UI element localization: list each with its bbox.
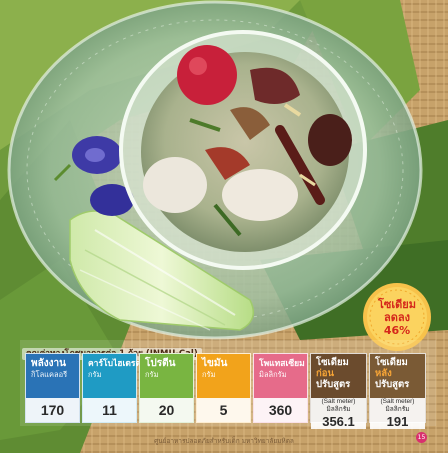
card-fat-name: ไขมัน <box>202 358 228 369</box>
card-carbohydrate-value: 11 <box>83 398 136 422</box>
card-sodium-before-unit: มิลลิกรัม <box>326 406 351 413</box>
card-energy-name: พลังงาน <box>31 358 66 369</box>
card-sodium-after-name-a: โซเดียม <box>375 357 408 368</box>
card-sodium-before-accent: ก่อน <box>316 368 334 379</box>
card-potassium-value: 360 <box>254 398 307 422</box>
card-sodium-after-accent: หลัง <box>375 368 392 379</box>
footer-credit: ศูนย์อาหารปลอดภัยสำหรับเด็ก มหาวิทยาลัยม… <box>154 437 294 445</box>
card-carbohydrate: คาร์โบไฮเดรต กรัม 11 <box>82 353 141 423</box>
card-protein-name: โปรตีน <box>145 358 176 369</box>
card-sodium-before-meter: (Salt meter) <box>321 398 356 405</box>
card-potassium-name: โพแทสเซียม <box>259 359 305 369</box>
card-fat-value: 5 <box>197 398 250 422</box>
card-fat-unit: กรัม <box>202 370 216 379</box>
card-sodium-before-name-a: โซเดียม <box>316 357 349 368</box>
page-number: 15 <box>416 432 427 443</box>
card-sodium-after-value: 191 <box>386 414 409 429</box>
card-sodium-after-unit: มิลลิกรัม <box>385 406 410 413</box>
card-potassium: โพแทสเซียม มิลลิกรัม 360 <box>253 353 308 423</box>
card-protein-unit: กรัม <box>145 370 159 379</box>
card-protein: โปรตีน กรัม 20 <box>139 353 194 423</box>
card-sodium-before: โซเดียมก่อน ปรับสูตร (Salt meter) มิลลิก… <box>310 353 367 429</box>
card-energy-unit: กิโลแคลอรี <box>31 370 68 379</box>
badge-line1: โซเดียม <box>378 297 416 311</box>
card-protein-value: 20 <box>140 398 193 422</box>
badge-line2: ลดลง <box>384 310 410 324</box>
sodium-reduction-badge: โซเดียม ลดลง 46% <box>363 283 431 351</box>
badge-percent: 46% <box>383 323 411 337</box>
card-sodium-after-name-b: ปรับสูตร <box>375 379 410 390</box>
card-energy: พลังงาน กิโลแคลอรี 170 <box>25 353 80 423</box>
card-sodium-after-meter: (Salt meter) <box>380 398 415 405</box>
card-fat: ไขมัน กรัม 5 <box>196 353 251 423</box>
nutrition-cards: พลังงาน กิโลแคลอรี 170 คาร์โบไฮเดรต กรัม… <box>25 353 426 429</box>
card-energy-value: 170 <box>26 398 79 422</box>
card-carbohydrate-name: คาร์โบไฮเดรต <box>88 359 141 369</box>
card-sodium-before-value: 356.1 <box>322 414 355 429</box>
card-carbohydrate-unit: กรัม <box>88 370 102 379</box>
card-sodium-before-name-b: ปรับสูตร <box>316 379 351 390</box>
card-sodium-after: โซเดียมหลัง ปรับสูตร (Salt meter) มิลลิก… <box>369 353 426 429</box>
card-potassium-unit: มิลลิกรัม <box>259 370 287 379</box>
